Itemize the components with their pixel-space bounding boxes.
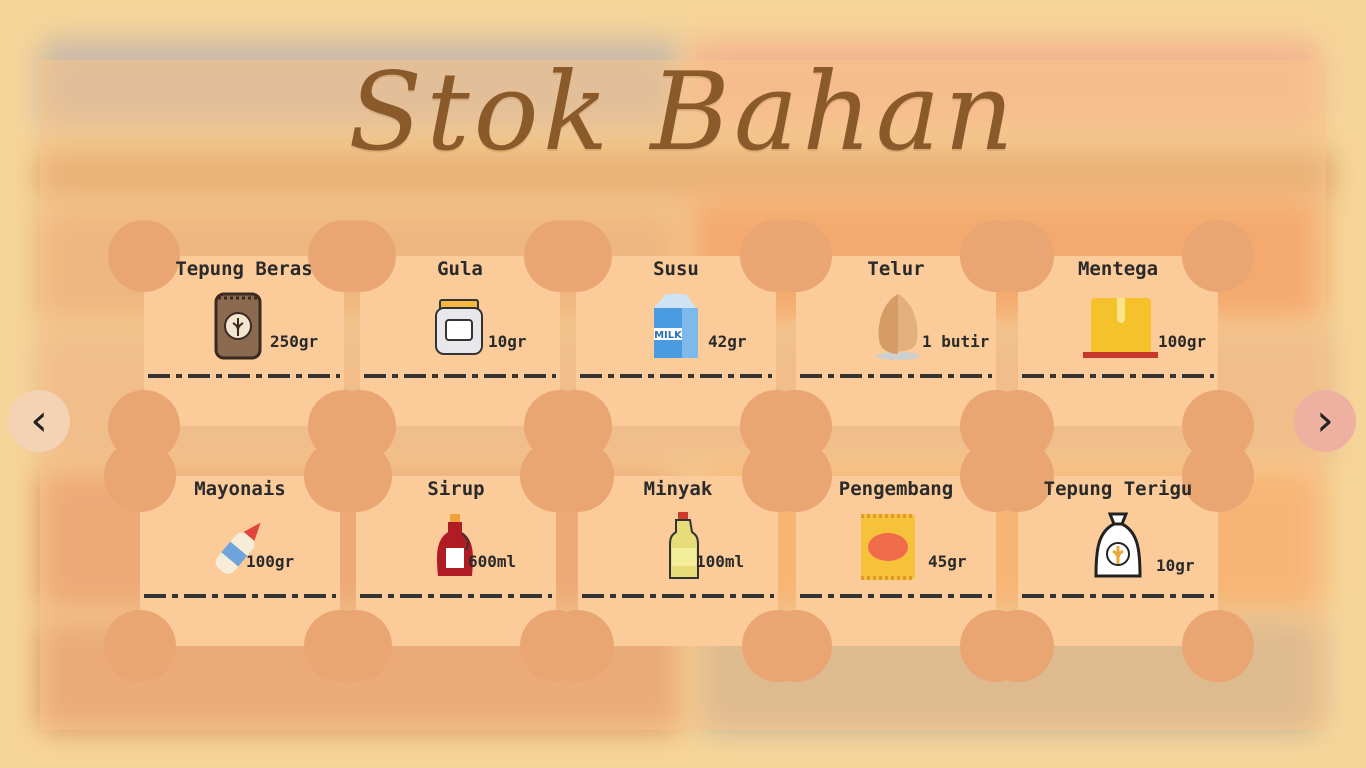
ingredient-name: Sirup — [427, 478, 485, 500]
butter-icon — [1083, 298, 1158, 358]
previous-page-button[interactable]: ‹ — [8, 390, 70, 452]
ingredient-card-tepung-beras[interactable]: Tepung Beras 250gr — [108, 220, 380, 462]
divider — [800, 374, 992, 378]
ingredient-card-minyak[interactable]: Minyak 100ml — [542, 440, 814, 682]
divider — [1022, 594, 1214, 598]
svg-text:MILK: MILK — [654, 330, 683, 341]
milk-carton-icon: MILK — [654, 294, 698, 358]
divider — [582, 594, 774, 598]
ingredient-name: Mentega — [1077, 258, 1159, 280]
ingredient-name: Minyak — [643, 478, 713, 500]
ingredient-name: Susu — [653, 258, 699, 280]
ingredient-name: Tepung Terigu — [1043, 478, 1193, 500]
ingredient-name: Pengembang — [838, 478, 954, 500]
divider — [580, 374, 772, 378]
mayo-bottle-icon — [215, 522, 261, 574]
ingredient-card-sirup[interactable]: Sirup 600ml — [320, 440, 592, 682]
sugar-jar-icon — [435, 299, 483, 355]
syrup-bottle-icon — [437, 514, 473, 576]
ingredient-card-pengembang[interactable]: Pengembang 45gr — [760, 440, 1032, 682]
oil-bottle-icon — [669, 512, 699, 579]
egg-icon — [876, 294, 920, 360]
baking-powder-icon — [861, 514, 915, 580]
divider — [144, 594, 336, 598]
ingredient-quantity: 100gr — [246, 552, 295, 571]
ingredient-quantity: 10gr — [1156, 556, 1195, 575]
ingredient-card-susu[interactable]: Susu MILK 42gr — [540, 220, 812, 462]
chevron-left-icon: ‹ — [30, 395, 48, 446]
divider — [800, 594, 992, 598]
ingredient-quantity: 42gr — [708, 332, 747, 351]
ingredient-quantity: 1 butir — [922, 332, 990, 351]
ingredient-name: Telur — [867, 258, 925, 280]
ingredient-card-telur[interactable]: Telur 1 butir — [760, 220, 1032, 462]
ingredient-quantity: 100gr — [1158, 332, 1207, 351]
wheat-flour-bag-icon — [1094, 512, 1142, 578]
divider — [1022, 374, 1214, 378]
ingredient-quantity: 100ml — [696, 552, 745, 571]
ingredient-quantity: 45gr — [928, 552, 967, 571]
ingredient-quantity: 600ml — [468, 552, 517, 571]
divider — [148, 374, 340, 378]
ingredient-quantity: 250gr — [270, 332, 319, 351]
ingredient-card-mentega[interactable]: Mentega 100gr — [982, 220, 1254, 462]
ingredient-name: Tepung Beras — [175, 258, 313, 280]
chevron-right-icon: › — [1316, 395, 1334, 446]
flour-sack-icon — [214, 292, 262, 360]
ingredient-card-mayonais[interactable]: Mayonais 100gr — [104, 440, 376, 682]
divider — [364, 374, 556, 378]
next-page-button[interactable]: › — [1294, 390, 1356, 452]
ingredient-card-tepung-terigu[interactable]: Tepung Terigu 10gr — [982, 440, 1254, 682]
ingredient-card-gula[interactable]: Gula 10gr — [324, 220, 596, 462]
ingredient-name: Mayonais — [194, 478, 286, 500]
ingredient-name: Gula — [437, 258, 483, 280]
divider — [360, 594, 552, 598]
page-title: Stok Bahan — [348, 50, 1018, 175]
ingredient-quantity: 10gr — [488, 332, 527, 351]
